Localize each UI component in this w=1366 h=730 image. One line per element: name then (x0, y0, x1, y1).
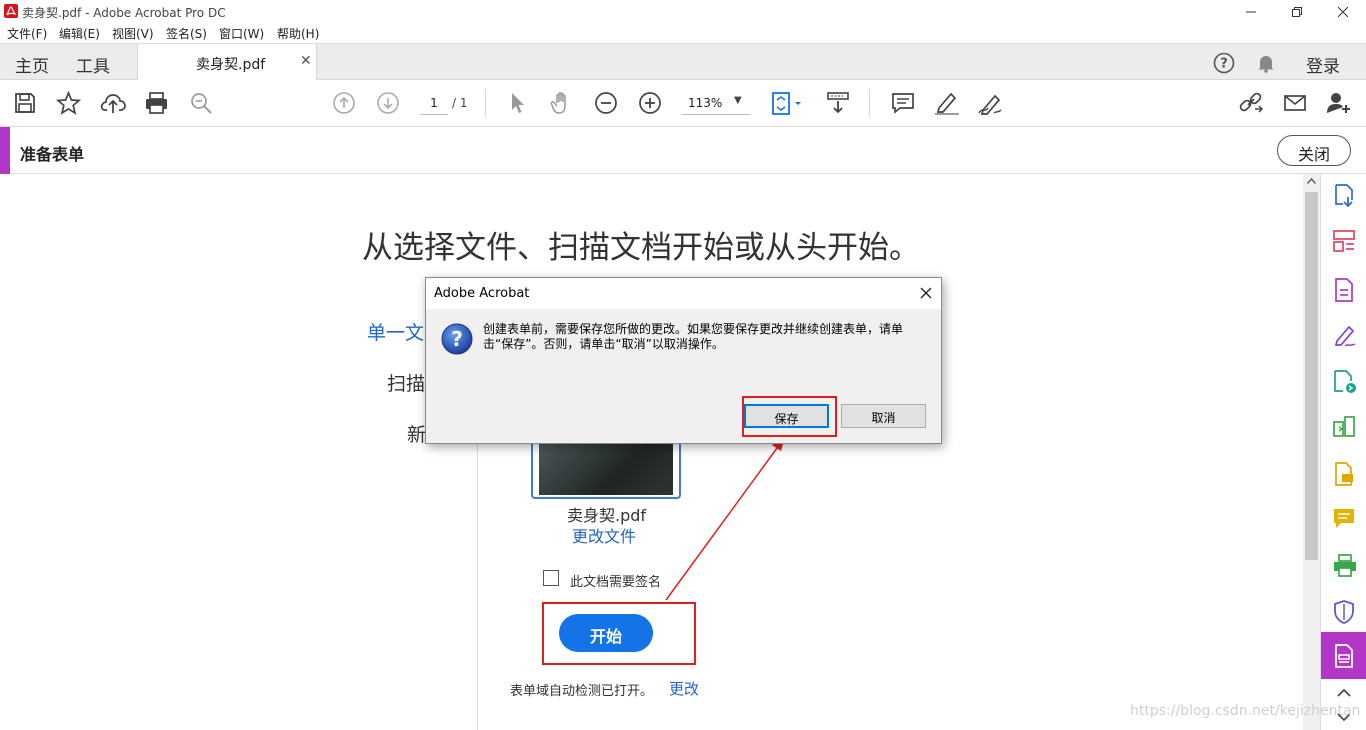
organize-pages-icon[interactable] (1333, 230, 1355, 252)
scrollbar-thumb[interactable] (1305, 192, 1318, 560)
thumbnail-image (539, 439, 673, 495)
prepare-form-active-tool[interactable] (1321, 632, 1366, 679)
zoom-in-icon[interactable] (638, 91, 662, 115)
save-changes-dialog: Adobe Acrobat ? 创建表单前，需要保存您所做的更改。如果您要保存更… (425, 277, 942, 444)
prepare-form-title: 准备表单 (20, 145, 85, 164)
page-number-input[interactable]: 1 (420, 93, 448, 115)
acrobat-icon (4, 4, 18, 18)
next-page-icon[interactable] (376, 91, 400, 115)
comment-icon[interactable] (891, 91, 915, 115)
title-bar: 卖身契.pdf - Adobe Acrobat Pro DC (0, 0, 1366, 23)
zoom-level-select[interactable]: 113% ▼ (682, 93, 750, 115)
export-pdf-icon[interactable] (1333, 370, 1356, 393)
share-link-icon[interactable] (1238, 91, 1264, 115)
hand-tool-icon[interactable] (550, 91, 574, 115)
tab-document[interactable]: 卖身契.pdf ✕ (137, 44, 317, 81)
question-icon: ? (441, 323, 473, 355)
menu-bar: 文件(F) 编辑(E) 视图(V) 签名(S) 窗口(W) 帮助(H) (0, 23, 1366, 43)
save-icon[interactable] (13, 91, 37, 115)
tab-home[interactable]: 主页 (15, 52, 49, 77)
require-signature-checkbox[interactable] (543, 570, 559, 586)
change-auto-detect-link[interactable]: 更改 (669, 678, 699, 699)
restore-button[interactable] (1274, 0, 1320, 23)
dialog-title-bar: Adobe Acrobat (426, 278, 941, 309)
tab-tools[interactable]: 工具 (76, 52, 110, 77)
section-divider (477, 444, 478, 730)
fit-page-icon[interactable] (771, 91, 805, 117)
watermark: https://blog.csdn.net/kejizhentan (1130, 703, 1361, 719)
auto-detect-text: 表单域自动检测已打开。 (510, 684, 654, 699)
dialog-close-icon[interactable] (916, 283, 936, 303)
zoom-level-value: 113% (688, 96, 723, 110)
scroll-mode-icon[interactable] (826, 91, 850, 115)
menu-edit[interactable]: 编辑(E) (59, 25, 100, 42)
option-new[interactable]: 新 (407, 420, 426, 447)
previous-page-icon[interactable] (332, 91, 356, 115)
add-user-icon[interactable] (1326, 91, 1352, 115)
create-pdf-icon[interactable] (1333, 184, 1355, 208)
help-icon[interactable]: ? (1213, 52, 1235, 74)
tool-accent-bar (0, 127, 10, 174)
select-cursor-icon[interactable] (508, 91, 528, 115)
email-icon[interactable] (1283, 91, 1307, 115)
zoom-out-icon[interactable] (594, 91, 618, 115)
menu-file[interactable]: 文件(F) (7, 25, 47, 42)
change-file-link[interactable]: 更改文件 (572, 523, 636, 547)
svg-text:?: ? (1220, 57, 1228, 72)
annotation-arrow (665, 437, 785, 601)
print-production-icon[interactable] (1333, 554, 1356, 577)
prepare-form-header: 准备表单 关闭 (0, 127, 1366, 174)
annotation-box-save (742, 396, 837, 437)
fill-sign-icon[interactable] (1333, 324, 1356, 347)
main-content: 从选择文件、扫描文档开始或从头开始。 单一文 扫描 新 卖身契.pdf 更改文件… (0, 174, 1303, 730)
close-tab-icon[interactable]: ✕ (300, 53, 312, 69)
toolbar-divider (869, 89, 870, 117)
toolbar-divider (485, 89, 486, 117)
dialog-title: Adobe Acrobat (434, 286, 530, 301)
page-total: / 1 (452, 96, 468, 110)
bell-icon[interactable] (1256, 53, 1276, 73)
window-close-button[interactable] (1320, 0, 1366, 23)
minimize-button[interactable] (1228, 0, 1274, 23)
page-headline: 从选择文件、扫描文档开始或从头开始。 (362, 230, 920, 266)
option-single-file[interactable]: 单一文 (367, 318, 424, 345)
highlighter-icon[interactable] (934, 91, 960, 115)
send-for-comments-icon[interactable] (1333, 462, 1355, 486)
tab-bar: 主页 工具 卖身契.pdf ✕ ? 登录 (0, 43, 1366, 81)
protect-shield-icon[interactable] (1333, 600, 1355, 624)
menu-view[interactable]: 视图(V) (112, 25, 154, 42)
vertical-scrollbar[interactable] (1303, 174, 1320, 730)
prepare-form-icon (1334, 644, 1354, 668)
svg-text:?: ? (451, 327, 463, 351)
menu-window[interactable]: 窗口(W) (219, 25, 264, 42)
zoom-search-icon[interactable] (189, 91, 213, 115)
option-scan[interactable]: 扫描 (387, 369, 425, 396)
menu-sign[interactable]: 签名(S) (166, 25, 207, 42)
menu-help[interactable]: 帮助(H) (277, 25, 319, 42)
annotation-box-start (542, 602, 696, 665)
toolbar: 1 / 1 113% ▼ (0, 80, 1366, 127)
close-tool-button[interactable]: 关闭 (1277, 135, 1351, 166)
window-title: 卖身契.pdf - Adobe Acrobat Pro DC (22, 6, 226, 20)
chevron-down-icon: ▼ (734, 95, 742, 106)
file-thumbnail[interactable] (531, 439, 681, 499)
dialog-cancel-button[interactable]: 取消 (841, 404, 926, 428)
star-icon[interactable] (56, 91, 81, 115)
document-tab-label: 卖身契.pdf (196, 57, 266, 73)
print-icon[interactable] (144, 91, 169, 115)
edit-pdf-icon[interactable] (1333, 278, 1355, 302)
sign-pen-icon[interactable] (978, 91, 1004, 115)
right-tools-panel (1320, 174, 1366, 730)
require-signature-label: 此文档需要签名 (570, 575, 662, 590)
comment-panel-icon[interactable] (1333, 508, 1355, 530)
panel-scroll-up-icon[interactable] (1337, 688, 1351, 697)
compare-files-icon[interactable] (1333, 416, 1355, 438)
login-link[interactable]: 登录 (1306, 52, 1340, 77)
upload-cloud-icon[interactable] (100, 91, 126, 115)
scroll-up-icon[interactable] (1307, 178, 1316, 184)
dialog-message: 创建表单前，需要保存您所做的更改。如果您要保存更改并继续创建表单，请单击“保存”… (483, 322, 904, 351)
